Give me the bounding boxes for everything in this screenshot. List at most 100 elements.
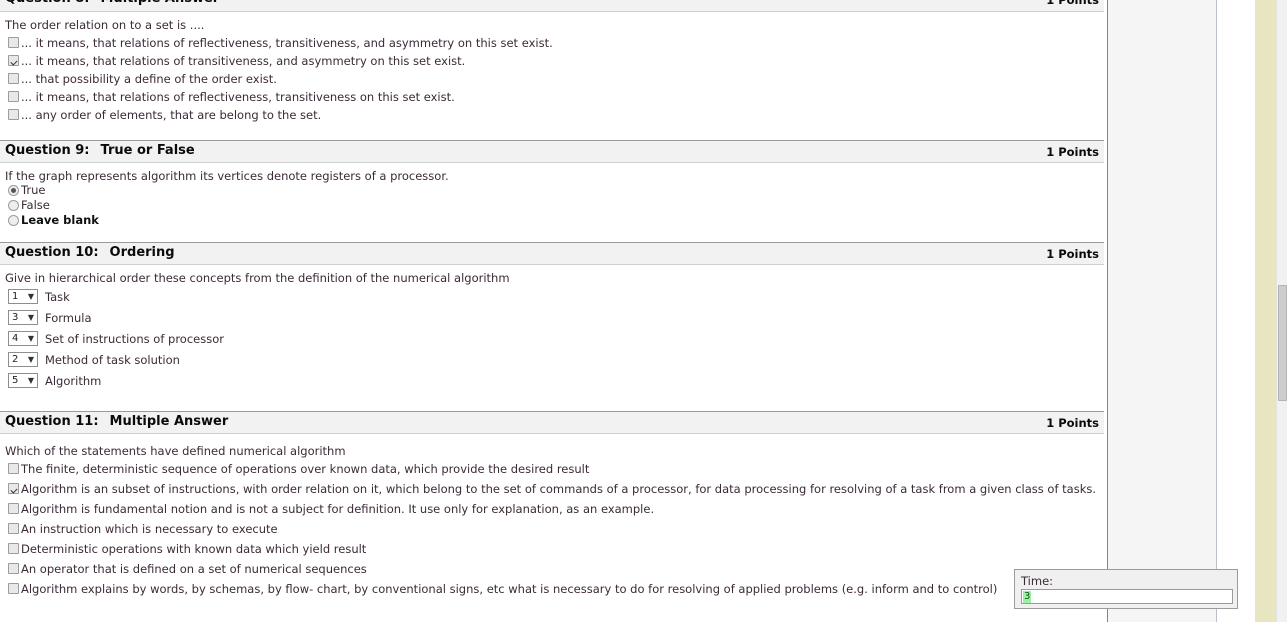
option-label: False xyxy=(21,198,50,212)
order-select[interactable]: 2 ▼ xyxy=(8,352,38,367)
question-header-9: Question 9: True or False 1 Points xyxy=(0,140,1104,163)
checkbox-icon[interactable] xyxy=(8,55,19,66)
ordering-label: Algorithm xyxy=(45,373,102,388)
question-number-11: Question 11: xyxy=(5,414,99,429)
vertical-scrollbar[interactable] xyxy=(1276,0,1287,622)
question-points-8: 1 Points xyxy=(1046,0,1099,7)
order-select[interactable]: 1 ▼ xyxy=(8,289,38,304)
option-label: ... it means, that relations of transiti… xyxy=(21,54,466,68)
question-type-10: Ordering xyxy=(109,245,175,260)
question-header-8: Question 8: Multiple Answer 1 Points xyxy=(0,0,1104,12)
order-select-value: 3 xyxy=(12,312,19,323)
option-row[interactable]: Leave blank xyxy=(0,213,1104,228)
option-row[interactable]: ... any order of elements, that are belo… xyxy=(0,106,1104,124)
right-side-panel xyxy=(1107,0,1217,622)
checkbox-icon[interactable] xyxy=(8,463,19,474)
checkbox-icon[interactable] xyxy=(8,503,19,514)
question-body-10: Give in hierarchical order these concept… xyxy=(0,265,1104,411)
chevron-down-icon: ▼ xyxy=(27,333,34,343)
right-white-gutter xyxy=(1218,0,1255,622)
option-row[interactable]: An instruction which is necessary to exe… xyxy=(0,519,1104,539)
checkbox-icon[interactable] xyxy=(8,37,19,48)
option-label: Algorithm explains by words, by schemas,… xyxy=(21,582,998,596)
ordering-label: Task xyxy=(45,289,70,304)
option-label: Algorithm is an subset of instructions, … xyxy=(21,482,1097,496)
option-row[interactable]: True xyxy=(0,183,1104,198)
option-row[interactable]: Algorithm explains by words, by schemas,… xyxy=(0,579,1104,599)
option-label: An instruction which is necessary to exe… xyxy=(21,522,278,536)
option-row[interactable]: ... it means, that relations of reflecti… xyxy=(0,34,1104,52)
question-title-8: Question 8: Multiple Answer xyxy=(5,0,219,6)
chevron-down-icon: ▼ xyxy=(27,354,34,364)
ordering-row: 1 ▼ Task xyxy=(0,286,1104,307)
question-block-11: Question 11: Multiple Answer 1 Points Whi… xyxy=(0,411,1104,599)
chevron-down-icon: ▼ xyxy=(27,375,34,385)
ordering-row: 2 ▼ Method of task solution xyxy=(0,349,1104,370)
chevron-down-icon: ▼ xyxy=(27,291,34,301)
order-select[interactable]: 5 ▼ xyxy=(8,373,38,388)
order-select-value: 4 xyxy=(12,333,19,344)
order-select-value: 1 xyxy=(12,291,19,302)
question-points-11: 1 Points xyxy=(1046,416,1099,430)
question-body-8: The order relation on to a set is .... .… xyxy=(0,12,1104,140)
ordering-row: 4 ▼ Set of instructions of processor xyxy=(0,328,1104,349)
question-points-9: 1 Points xyxy=(1046,145,1099,159)
option-row[interactable]: Algorithm is fundamental notion and is n… xyxy=(0,499,1104,519)
ordering-label: Method of task solution xyxy=(45,352,180,367)
option-row[interactable]: An operator that is defined on a set of … xyxy=(0,559,1104,579)
question-block-10: Question 10: Ordering 1 Points Give in hi… xyxy=(0,242,1104,411)
option-row[interactable]: False xyxy=(0,198,1104,213)
option-row[interactable]: ... it means, that relations of transiti… xyxy=(0,52,1104,70)
ordering-row: 3 ▼ Formula xyxy=(0,307,1104,328)
checkbox-icon[interactable] xyxy=(8,91,19,102)
option-label: Algorithm is fundamental notion and is n… xyxy=(21,502,655,516)
quiz-content-column: Question 8: Multiple Answer 1 Points The … xyxy=(0,0,1104,622)
question-body-9: If the graph represents algorithm its ve… xyxy=(0,163,1104,242)
time-popup: Time: 3 xyxy=(1014,569,1238,609)
order-select[interactable]: 3 ▼ xyxy=(8,310,38,325)
question-prompt-10: Give in hierarchical order these concept… xyxy=(5,271,510,285)
checkbox-icon[interactable] xyxy=(8,523,19,534)
question-number-10: Question 10: xyxy=(5,245,99,260)
time-value: 3 xyxy=(1023,590,1032,603)
option-label: Deterministic operations with known data… xyxy=(21,542,367,556)
ordering-label: Formula xyxy=(45,310,92,325)
question-body-11: Which of the statements have defined num… xyxy=(0,434,1104,599)
checkbox-icon[interactable] xyxy=(8,583,19,594)
radio-icon[interactable] xyxy=(8,185,19,196)
question-block-8: Question 8: Multiple Answer 1 Points The … xyxy=(0,0,1104,140)
time-input[interactable]: 3 xyxy=(1021,589,1233,604)
option-label: ... it means, that relations of reflecti… xyxy=(21,90,455,104)
question-type-11: Multiple Answer xyxy=(109,414,229,429)
order-select[interactable]: 4 ▼ xyxy=(8,331,38,346)
question-title-10: Question 10: Ordering xyxy=(5,245,175,260)
option-row[interactable]: ... it means, that relations of reflecti… xyxy=(0,88,1104,106)
quiz-page: Question 8: Multiple Answer 1 Points The … xyxy=(0,0,1287,622)
radio-icon[interactable] xyxy=(8,200,19,211)
option-row[interactable]: The finite, deterministic sequence of op… xyxy=(0,459,1104,479)
option-row[interactable]: Algorithm is an subset of instructions, … xyxy=(0,479,1104,499)
question-prompt-11: Which of the statements have defined num… xyxy=(5,444,346,458)
ordering-row: 5 ▼ Algorithm xyxy=(0,370,1104,391)
order-select-value: 2 xyxy=(12,354,19,365)
question-type-8: Multiple Answer xyxy=(101,0,220,6)
checkbox-icon[interactable] xyxy=(8,543,19,554)
checkbox-icon[interactable] xyxy=(8,73,19,84)
scrollbar-thumb[interactable] xyxy=(1278,285,1287,401)
option-label: ... it means, that relations of reflecti… xyxy=(21,36,553,50)
question-number-8: Question 8: xyxy=(5,0,90,6)
radio-icon[interactable] xyxy=(8,215,19,226)
option-label: ... any order of elements, that are belo… xyxy=(21,108,322,122)
question-block-9: Question 9: True or False 1 Points If the… xyxy=(0,140,1104,242)
question-type-9: True or False xyxy=(100,143,195,158)
checkbox-icon[interactable] xyxy=(8,563,19,574)
option-row[interactable]: ... that possibility a define of the ord… xyxy=(0,70,1104,88)
checkbox-icon[interactable] xyxy=(8,483,19,494)
option-label: Leave blank xyxy=(21,213,99,227)
option-row[interactable]: Deterministic operations with known data… xyxy=(0,539,1104,559)
checkbox-icon[interactable] xyxy=(8,109,19,120)
question-points-10: 1 Points xyxy=(1046,247,1099,261)
question-header-10: Question 10: Ordering 1 Points xyxy=(0,242,1104,265)
